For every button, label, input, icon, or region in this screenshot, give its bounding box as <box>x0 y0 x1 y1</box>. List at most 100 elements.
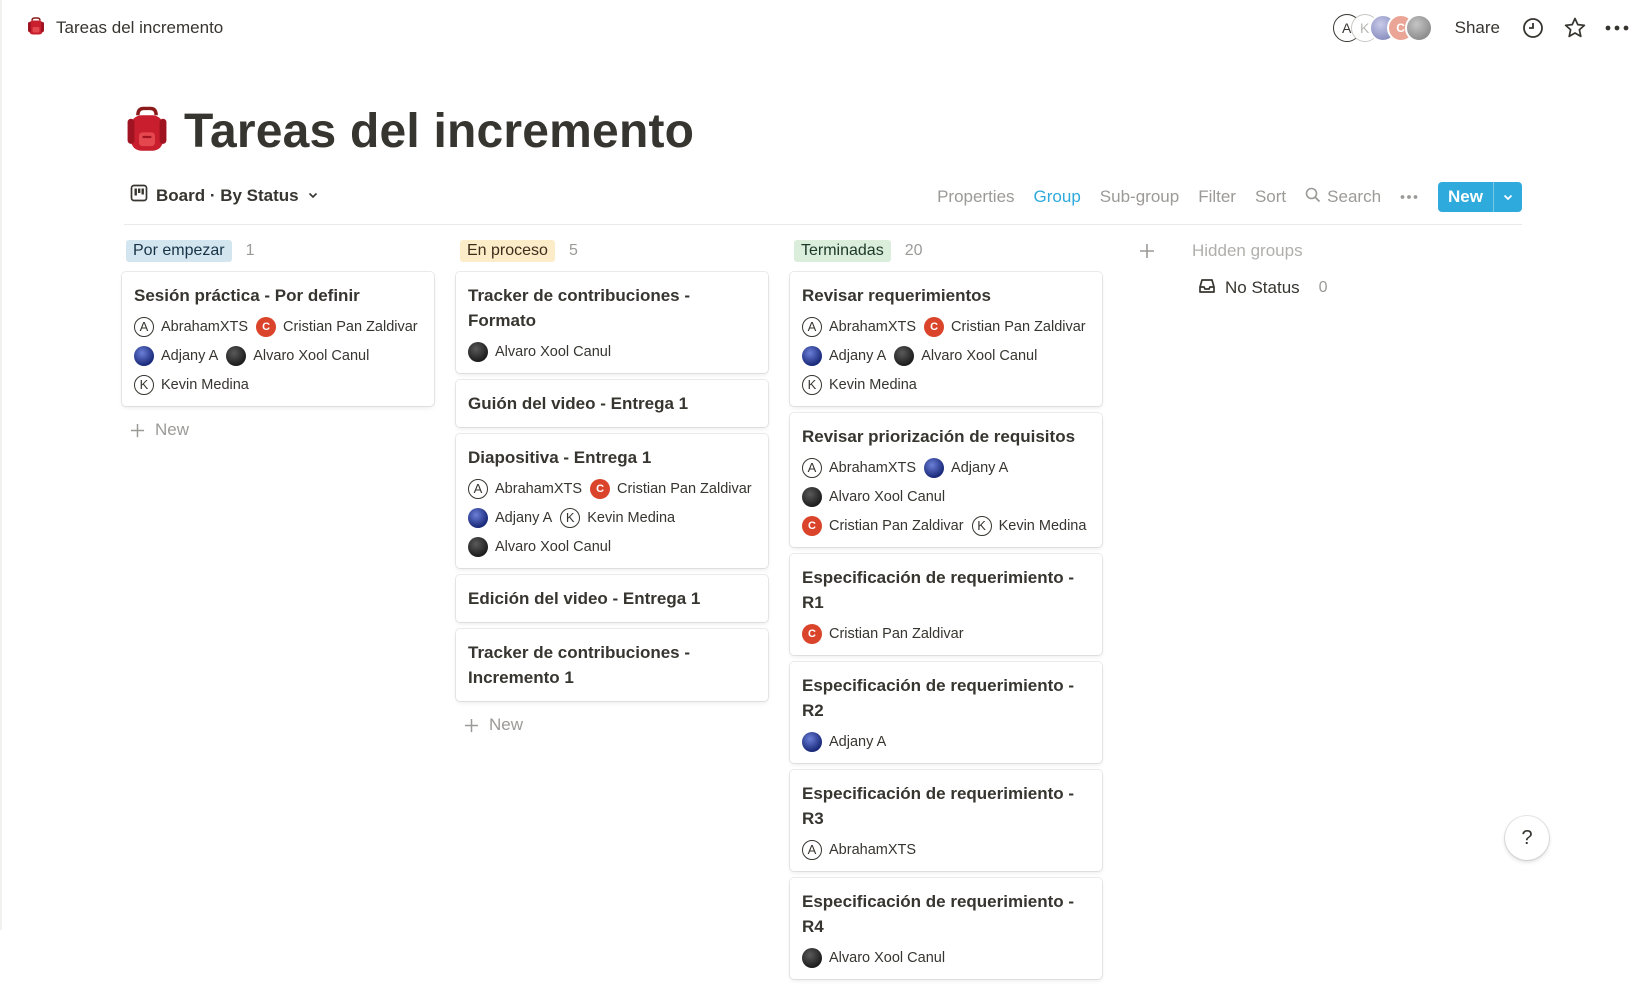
assignee-name: Adjany A <box>161 347 219 364</box>
card-list: Tracker de contribuciones - Formato Alvar… <box>450 272 776 701</box>
top-actions: A K C Share <box>1332 10 1634 46</box>
task-card[interactable]: Revisar requerimientos A AbrahamXTS C Cristi… <box>790 272 1102 406</box>
card-title: Guión del video - Entrega 1 <box>468 394 689 413</box>
avatar <box>468 507 488 528</box>
task-card[interactable]: Especificación de requerimiento - R2 Adja… <box>790 662 1102 763</box>
task-card[interactable]: Edición del video - Entrega 1 <box>456 575 768 622</box>
task-card[interactable]: Especificación de requerimiento - R1 C Cri… <box>790 554 1102 655</box>
assignee-name: Alvaro Xool Canul <box>495 343 612 360</box>
task-card[interactable]: Tracker de contribuciones - Incremento 1 <box>456 629 768 701</box>
sort-button[interactable]: Sort <box>1255 187 1286 207</box>
chevron-down-icon <box>1503 194 1513 201</box>
avatar <box>134 345 154 366</box>
column-count: 5 <box>568 242 578 259</box>
card-list: Revisar requerimientos A AbrahamXTS C Cristi… <box>784 272 1110 979</box>
add-card-button[interactable]: New <box>450 708 776 742</box>
avatar <box>1404 14 1433 42</box>
assignee-list: C Cristian Pan Zaldivar <box>802 623 1090 647</box>
assignee: Adjany A <box>134 345 218 366</box>
assignee-name: Kevin Medina <box>161 376 249 393</box>
view-selector[interactable]: Board · By Status <box>130 184 319 207</box>
star-icon[interactable] <box>1562 15 1588 41</box>
column-header[interactable]: Terminadas 20 <box>784 236 1110 266</box>
search-button[interactable]: Search <box>1305 187 1381 208</box>
group-button[interactable]: Group <box>1034 187 1081 207</box>
avatar <box>802 947 822 968</box>
task-card[interactable]: Revisar priorización de requisitos A Abrah… <box>790 413 1102 547</box>
task-card[interactable]: Especificación de requerimiento - R3 A Abr… <box>790 770 1102 871</box>
assignee: C Cristian Pan Zaldivar <box>924 316 1086 337</box>
assignee: Adjany A <box>468 507 552 528</box>
assignee: C Cristian Pan Zaldivar <box>256 316 418 337</box>
no-status-group[interactable]: No Status 0 <box>1198 274 1328 302</box>
assignee-list: A AbrahamXTS C Cristian Pan Zaldivar Adjany … <box>468 478 756 560</box>
card-title: Sesión práctica - Por definir <box>134 286 360 305</box>
hidden-groups-title: Hidden groups <box>1192 241 1303 260</box>
assignee-name: Cristian Pan Zaldivar <box>829 517 964 534</box>
card-title: Diapositiva - Entrega 1 <box>468 448 652 467</box>
assignee: A AbrahamXTS <box>802 839 916 860</box>
avatar-initial: A <box>134 316 154 337</box>
page-title[interactable]: Tareas del incremento <box>184 104 694 159</box>
clock-icon[interactable] <box>1520 15 1546 41</box>
no-status-label: No Status <box>1225 278 1300 297</box>
properties-button[interactable]: Properties <box>937 187 1014 207</box>
assignee: Adjany A <box>802 345 886 366</box>
assignee: Adjany A <box>802 731 886 752</box>
assignee-list: Adjany A <box>802 731 1090 755</box>
status-badge: Por empezar <box>126 240 232 262</box>
avatar-initial: K <box>802 374 822 395</box>
backpack-icon[interactable] <box>124 105 170 158</box>
plus-icon <box>464 718 479 732</box>
assignee-name: Alvaro Xool Canul <box>253 347 370 364</box>
add-group-button[interactable] <box>1134 236 1160 266</box>
avatar-initial: A <box>802 839 822 860</box>
add-card-button[interactable]: New <box>116 413 442 447</box>
window-edge <box>0 0 2 930</box>
more-horizontal-icon[interactable] <box>1604 15 1630 41</box>
task-card[interactable]: Diapositiva - Entrega 1 A AbrahamXTS C Crist… <box>456 434 768 568</box>
column-header[interactable]: En proceso 5 <box>450 236 776 266</box>
assignee: K Kevin Medina <box>802 374 917 395</box>
assignee: Alvaro Xool Canul <box>802 486 945 507</box>
column-count: 20 <box>904 242 923 259</box>
assignee: C Cristian Pan Zaldivar <box>802 515 964 536</box>
breadcrumb[interactable]: Tareas del incremento <box>26 14 223 42</box>
card-list: Sesión práctica - Por definir A AbrahamXTS… <box>116 272 442 406</box>
assignee-name: Adjany A <box>829 733 887 750</box>
assignee: Adjany A <box>924 457 1008 478</box>
filter-button[interactable]: Filter <box>1198 187 1236 207</box>
plus-icon <box>1140 244 1154 258</box>
assignee-name: AbrahamXTS <box>495 480 583 497</box>
subgroup-button[interactable]: Sub-group <box>1100 187 1179 207</box>
card-title: Revisar priorización de requisitos <box>802 427 1076 446</box>
task-card[interactable]: Tracker de contribuciones - Formato Alvar… <box>456 272 768 373</box>
backpack-icon <box>26 16 46 41</box>
share-button[interactable]: Share <box>1455 18 1500 38</box>
help-button[interactable]: ? <box>1505 816 1549 860</box>
assignee: Alvaro Xool Canul <box>226 345 369 366</box>
assignee: C Cristian Pan Zaldivar <box>590 478 752 499</box>
avatar-initial: K <box>134 374 154 395</box>
task-card[interactable]: Guión del video - Entrega 1 <box>456 380 768 427</box>
inbox-icon <box>1198 277 1216 300</box>
column-header[interactable]: Por empezar 1 <box>116 236 442 266</box>
avatar <box>468 341 488 362</box>
card-title: Especificación de requerimiento - R3 <box>802 784 1075 828</box>
new-dropdown-button[interactable] <box>1493 182 1522 212</box>
avatar-initial: A <box>802 316 822 337</box>
assignee-name: Kevin Medina <box>587 509 676 526</box>
assignee-name: Cristian Pan Zaldivar <box>829 625 964 642</box>
page-header: Tareas del incremento <box>124 96 694 166</box>
assignee-list: A AbrahamXTS C Cristian Pan Zaldivar Adjany … <box>802 316 1090 398</box>
add-card-label: New <box>155 420 190 439</box>
assignee-name: Adjany A <box>829 347 887 364</box>
task-card[interactable]: Sesión práctica - Por definir A AbrahamXTS… <box>122 272 434 406</box>
board-icon <box>130 184 148 207</box>
assignee: Alvaro Xool Canul <box>468 536 611 557</box>
task-card[interactable]: Especificación de requerimiento - R4 Alva… <box>790 878 1102 979</box>
new-button[interactable]: New <box>1438 182 1493 212</box>
more-options-button[interactable] <box>1400 194 1418 200</box>
collaborator-avatars[interactable]: A K C <box>1332 14 1433 42</box>
avatar: C <box>802 515 822 536</box>
